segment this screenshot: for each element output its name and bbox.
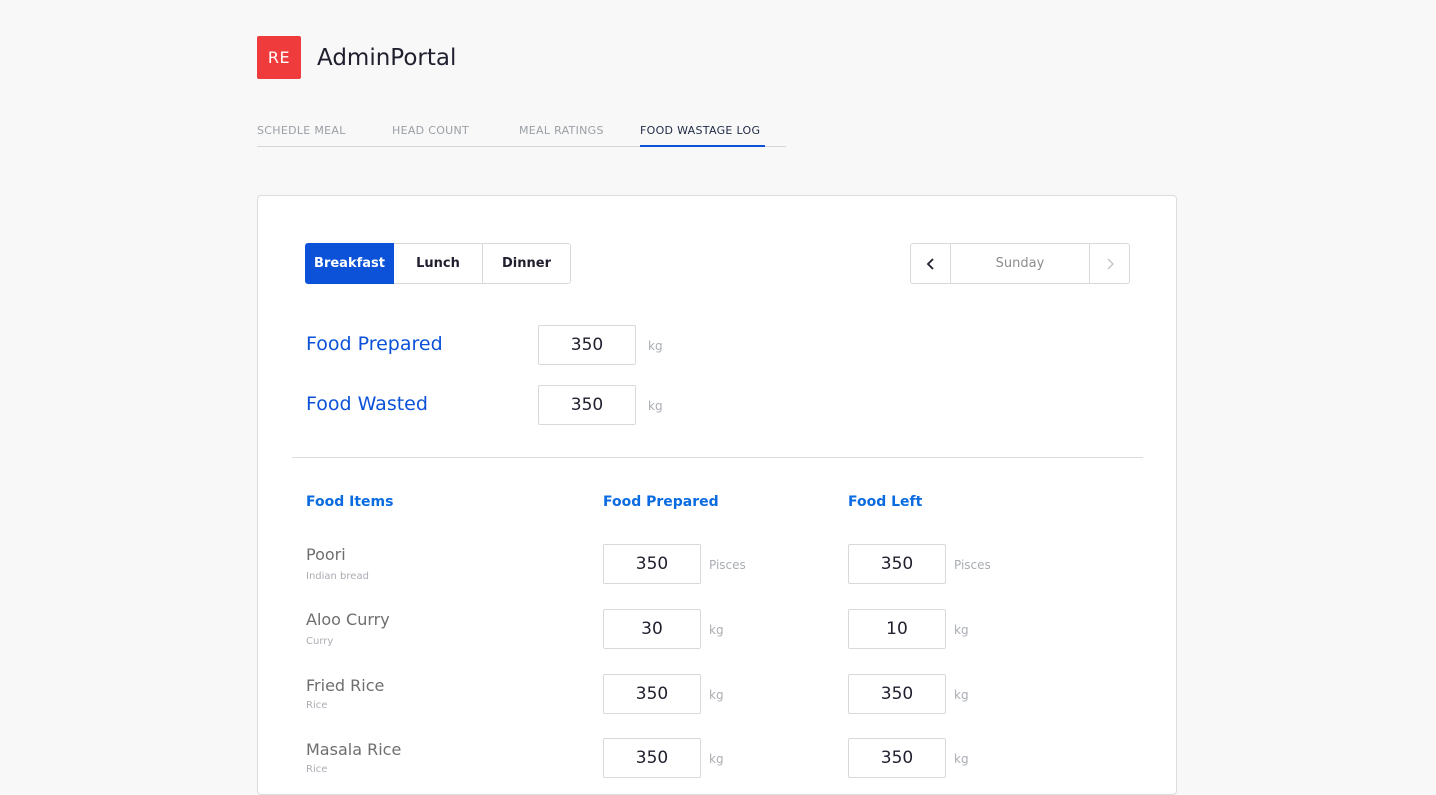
day-picker: Sunday (910, 243, 1130, 284)
food-left-unit: kg (954, 752, 969, 766)
food-wasted-input[interactable]: 350 (538, 385, 636, 425)
food-left-unit: kg (954, 688, 969, 702)
selected-day: Sunday (995, 256, 1045, 271)
food-item-name: Aloo Curry (306, 610, 390, 629)
food-item-category: Indian bread (306, 571, 369, 582)
food-wasted-unit: kg (648, 399, 663, 413)
food-prepared-unit: kg (709, 752, 724, 766)
tab-head-count[interactable]: HEAD COUNT (392, 124, 469, 137)
food-prepared-label: Food Prepared (306, 333, 443, 355)
food-prepared-unit: kg (709, 688, 724, 702)
food-item-name: Masala Rice (306, 740, 402, 759)
food-prepared-unit: kg (709, 623, 724, 637)
next-day-button[interactable] (1089, 244, 1129, 283)
tab-meal-ratings[interactable]: MEAL RATINGS (519, 124, 604, 137)
column-header-food-items: Food Items (306, 494, 394, 510)
food-prepared-unit: kg (648, 339, 663, 353)
chevron-right-icon (1107, 258, 1114, 269)
food-prepared-field[interactable]: 30 (603, 609, 701, 649)
previous-day-button[interactable] (911, 244, 951, 283)
food-left-unit: kg (954, 623, 969, 637)
main-tabs: SCHEDLE MEAL HEAD COUNT MEAL RATINGS FOO… (257, 120, 786, 147)
food-item-category: Curry (306, 636, 334, 647)
food-item-category: Rice (306, 764, 328, 775)
app-title: AdminPortal (317, 44, 457, 71)
app-header: RE AdminPortal (257, 36, 456, 79)
section-divider (292, 457, 1143, 458)
meal-type-selector: Breakfast Lunch Dinner (305, 243, 571, 284)
food-prepared-field[interactable]: 350 (603, 544, 701, 584)
food-item-name: Fried Rice (306, 676, 385, 695)
app-logo: RE (257, 36, 301, 79)
food-wasted-label: Food Wasted (306, 393, 428, 415)
food-left-field[interactable]: 350 (848, 738, 946, 778)
dinner-button[interactable]: Dinner (482, 243, 571, 284)
food-left-field[interactable]: 350 (848, 674, 946, 714)
tab-schedule-meal[interactable]: SCHEDLE MEAL (257, 124, 346, 137)
food-left-field[interactable]: 350 (848, 544, 946, 584)
food-prepared-field[interactable]: 350 (603, 674, 701, 714)
lunch-button[interactable]: Lunch (393, 243, 483, 284)
chevron-left-icon (926, 257, 934, 270)
food-left-unit: Pisces (954, 558, 991, 572)
food-item-name: Poori (306, 545, 346, 564)
food-left-field[interactable]: 10 (848, 609, 946, 649)
column-header-food-left: Food Left (848, 494, 923, 510)
food-item-category: Rice (306, 700, 328, 711)
food-wastage-card: Breakfast Lunch Dinner Sunday Food Prepa… (257, 195, 1177, 795)
food-prepared-input[interactable]: 350 (538, 325, 636, 365)
food-prepared-field[interactable]: 350 (603, 738, 701, 778)
column-header-food-prepared: Food Prepared (603, 494, 719, 510)
tab-food-wastage-log[interactable]: FOOD WASTAGE LOG (640, 124, 760, 137)
active-tab-indicator (640, 145, 765, 147)
breakfast-button[interactable]: Breakfast (305, 243, 394, 284)
food-prepared-unit: Pisces (709, 558, 746, 572)
